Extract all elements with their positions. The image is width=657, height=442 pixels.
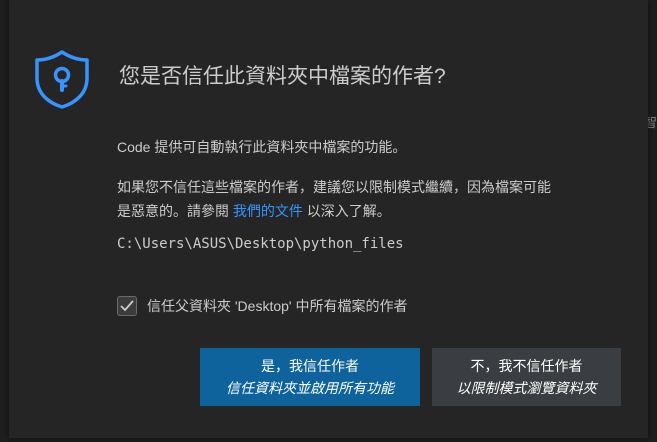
trust-parent-checkbox[interactable] xyxy=(117,296,137,316)
warning-line-2: 是惡意的。請參閱 我們的文件 以深入了解。 xyxy=(117,199,637,223)
checkmark-icon xyxy=(120,300,134,311)
warning-line-2-suffix: 以深入了解。 xyxy=(302,203,391,219)
trust-authors-button[interactable]: 是，我信任作者 信任資料夾並啟用所有功能 xyxy=(200,348,420,406)
dialog-description: Code 提供可自動執行此資料夾中檔案的功能。 xyxy=(117,139,407,155)
dont-trust-button-subtitle: 以限制模式瀏覽資料夾 xyxy=(456,380,597,396)
dialog-warning-text: 如果您不信任這些檔案的作者，建議您以限制模式繼續，因為檔案可能 是惡意的。請參閱… xyxy=(117,175,637,223)
dont-trust-authors-button[interactable]: 不，我不信任作者 以限制模式瀏覽資料夾 xyxy=(432,348,621,406)
warning-line-1: 如果您不信任這些檔案的作者，建議您以限制模式繼續，因為檔案可能 xyxy=(117,179,551,195)
trust-button-title: 是，我信任作者 xyxy=(261,358,359,374)
warning-line-2-prefix: 是惡意的。請參閱 xyxy=(117,203,233,219)
trust-parent-checkbox-label[interactable]: 信任父資料夾 'Desktop' 中所有檔案的作者 xyxy=(147,296,407,316)
dialog-title: 您是否信任此資料夾中檔案的作者? xyxy=(119,65,446,88)
shield-lock-icon xyxy=(35,50,89,109)
trust-button-subtitle: 信任資料夾並啟用所有功能 xyxy=(226,380,394,396)
workspace-trust-dialog: 您是否信任此資料夾中檔案的作者? Code 提供可自動執行此資料夾中檔案的功能。… xyxy=(9,0,648,438)
dont-trust-button-title: 不，我不信任作者 xyxy=(470,358,583,374)
trust-parent-checkbox-row[interactable]: 信任父資料夾 'Desktop' 中所有檔案的作者 xyxy=(117,296,407,316)
folder-path: C:\Users\ASUS\Desktop\python_files xyxy=(117,236,404,252)
documentation-link[interactable]: 我們的文件 xyxy=(233,203,303,219)
